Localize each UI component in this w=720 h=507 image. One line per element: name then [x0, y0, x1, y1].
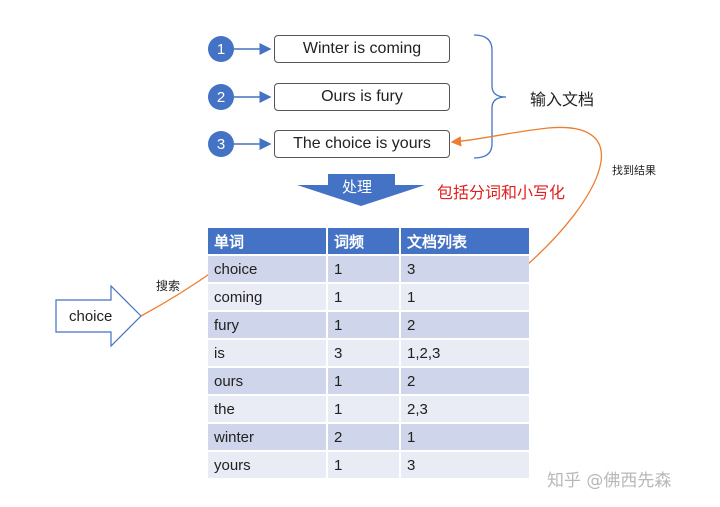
header-frequency: 词频: [327, 228, 401, 255]
cell-frequency: 1: [327, 254, 401, 283]
docs-brace: [473, 34, 507, 159]
cell-frequency: 1: [327, 450, 401, 478]
search-label: 搜索: [156, 279, 181, 293]
header-word: 单词: [208, 228, 328, 255]
doc-box-2: Ours is fury: [274, 83, 450, 111]
cell-word: coming: [208, 282, 328, 311]
doc-number-1: 1: [208, 36, 234, 62]
table-row: choice 1 3: [208, 254, 529, 283]
table-header-row: 单词 词频 文档列表: [208, 228, 529, 255]
cell-doc-list: 1,2,3: [400, 338, 529, 367]
cell-doc-list: 1: [400, 282, 529, 311]
cell-frequency: 2: [327, 422, 401, 451]
cell-word: is: [208, 338, 328, 367]
table-row: fury 1 2: [208, 310, 529, 339]
found-result-label: 找到结果: [612, 164, 656, 177]
doc-number-3: 3: [208, 131, 234, 157]
search-term: choice: [69, 308, 113, 325]
table-row: winter 2 1: [208, 422, 529, 451]
doc-box-1: Winter is coming: [274, 35, 450, 63]
cell-word: fury: [208, 310, 328, 339]
cell-word: the: [208, 394, 328, 423]
table-row: the 1 2,3: [208, 394, 529, 423]
cell-frequency: 3: [327, 338, 401, 367]
cell-doc-list: 3: [400, 254, 529, 283]
inverted-index-table: 单词 词频 文档列表 choice 1 3 coming 1 1 fury 1 …: [208, 228, 529, 478]
cell-doc-list: 2: [400, 310, 529, 339]
cell-frequency: 1: [327, 282, 401, 311]
cell-doc-list: 3: [400, 450, 529, 478]
watermark: 知乎 @佛西先森: [547, 471, 672, 491]
cell-word: ours: [208, 366, 328, 395]
cell-doc-list: 2,3: [400, 394, 529, 423]
table-row: is 3 1,2,3: [208, 338, 529, 367]
cell-word: winter: [208, 422, 328, 451]
cell-word: choice: [208, 254, 328, 283]
input-docs-label: 输入文档: [530, 90, 595, 109]
process-note: 包括分词和小写化: [437, 183, 566, 202]
header-doc-list: 文档列表: [400, 228, 529, 255]
cell-word: yours: [208, 450, 328, 478]
table-row: yours 1 3: [208, 450, 529, 478]
doc-number-2: 2: [208, 84, 234, 110]
cell-frequency: 1: [327, 310, 401, 339]
doc-box-3: The choice is yours: [274, 130, 450, 158]
table-row: coming 1 1: [208, 282, 529, 311]
cell-frequency: 1: [327, 366, 401, 395]
table-row: ours 1 2: [208, 366, 529, 395]
cell-doc-list: 1: [400, 422, 529, 451]
process-label: 处理: [342, 178, 373, 196]
cell-frequency: 1: [327, 394, 401, 423]
cell-doc-list: 2: [400, 366, 529, 395]
